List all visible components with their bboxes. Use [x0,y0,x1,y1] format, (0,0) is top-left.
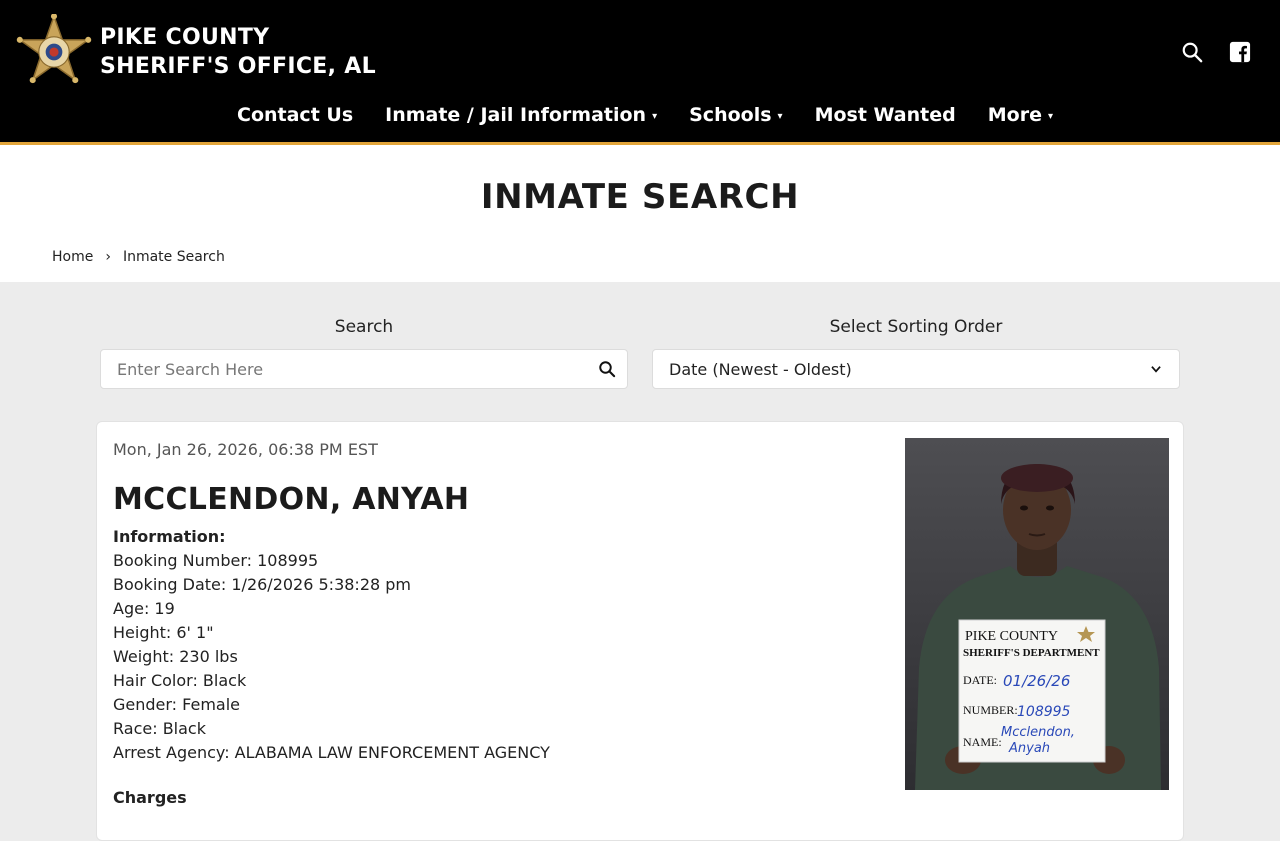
hair-color: Hair Color: Black [113,671,247,690]
page-title: INMATE SEARCH [480,177,800,217]
arrest-agency: Arrest Agency: ALABAMA LAW ENFORCEMENT A… [113,743,550,762]
nav-inmate-jail-information-label: Inmate / Jail Information [385,104,647,126]
caret-down-icon: ▾ [652,110,658,122]
inmate-name[interactable]: MCCLENDON, ANYAH [113,482,469,517]
chevron-right-icon: › [105,249,111,265]
board-name-label: NAME: [963,735,1002,749]
main-nav: Contact Us Inmate / Jail Information ▾ S… [0,104,1280,126]
nav-more-label: More [987,104,1042,126]
nav-schools[interactable]: Schools ▾ [689,104,782,126]
brand[interactable]: PIKE COUNTY SHERIFF'S OFFICE, AL [16,14,376,90]
information-heading: Information: [113,527,226,546]
page-header: INMATE SEARCH Home › Inmate Search [0,145,1280,282]
chevron-down-icon [1151,366,1161,373]
sort-label: Select Sorting Order [829,317,1003,337]
board-name-value-2: Anyah [1008,741,1050,756]
site-title-line1: PIKE COUNTY [100,25,270,50]
inmate-mugshot[interactable]: PIKE COUNTY SHERIFF'S DEPARTMENT DATE: 0… [905,438,1169,790]
header-icons [1180,40,1252,64]
charges-heading: Charges [113,788,187,807]
facebook-icon[interactable] [1228,40,1252,64]
nav-contact-us-label: Contact Us [237,104,354,126]
sort-selected-value: Date (Newest - Oldest) [669,359,852,379]
board-line1: PIKE COUNTY [965,629,1058,644]
age: Age: 19 [113,599,175,618]
search-box [100,349,628,389]
booking-number: Booking Number: 108995 [113,551,319,570]
gender: Gender: Female [113,695,241,714]
search-input[interactable] [101,350,587,388]
breadcrumb-current: Inmate Search [122,249,225,265]
board-line2: SHERIFF'S DEPARTMENT [963,647,1100,659]
race: Race: Black [113,719,206,738]
site-header: PIKE COUNTY SHERIFF'S OFFICE, AL Contact… [0,0,1280,142]
search-label: Search [334,317,394,337]
breadcrumb: Home › Inmate Search [52,249,225,265]
nav-contact-us[interactable]: Contact Us [237,104,353,126]
nav-inmate-jail-information[interactable]: Inmate / Jail Information ▾ [385,104,657,126]
weight: Weight: 230 lbs [113,647,238,666]
nav-more[interactable]: More ▾ [988,104,1053,126]
board-date-label: DATE: [963,673,997,687]
inmate-information: Information: Booking Number: 108995 Book… [113,525,550,765]
caret-down-icon: ▾ [777,110,783,122]
booking-timestamp: Mon, Jan 26, 2026, 06:38 PM EST [113,440,378,459]
breadcrumb-home[interactable]: Home [52,249,93,265]
board-name-value-1: Mcclendon, [1001,725,1075,740]
sheriff-star-badge-icon [16,14,92,84]
board-number-label: NUMBER: [963,703,1018,717]
site-title-line2: SHERIFF'S OFFICE, AL [100,54,376,79]
nav-most-wanted-label: Most Wanted [814,104,956,126]
caret-down-icon: ▾ [1047,110,1053,122]
board-date-value: 01/26/26 [1003,672,1070,690]
search-submit-icon[interactable] [587,350,627,388]
nav-most-wanted[interactable]: Most Wanted [815,104,956,126]
sort-order-select[interactable]: Date (Newest - Oldest) [652,349,1180,389]
site-title: PIKE COUNTY SHERIFF'S OFFICE, AL [100,23,376,81]
booking-date: Booking Date: 1/26/2026 5:38:28 pm [113,575,411,594]
height: Height: 6' 1" [113,623,214,642]
search-controls: Search Select Sorting Order Date (Newest… [0,282,1280,422]
board-number-value: 108995 [1017,704,1071,720]
nav-schools-label: Schools [689,104,772,126]
inmate-card[interactable]: Mon, Jan 26, 2026, 06:38 PM EST MCCLENDO… [96,421,1184,841]
search-icon[interactable] [1180,40,1204,64]
